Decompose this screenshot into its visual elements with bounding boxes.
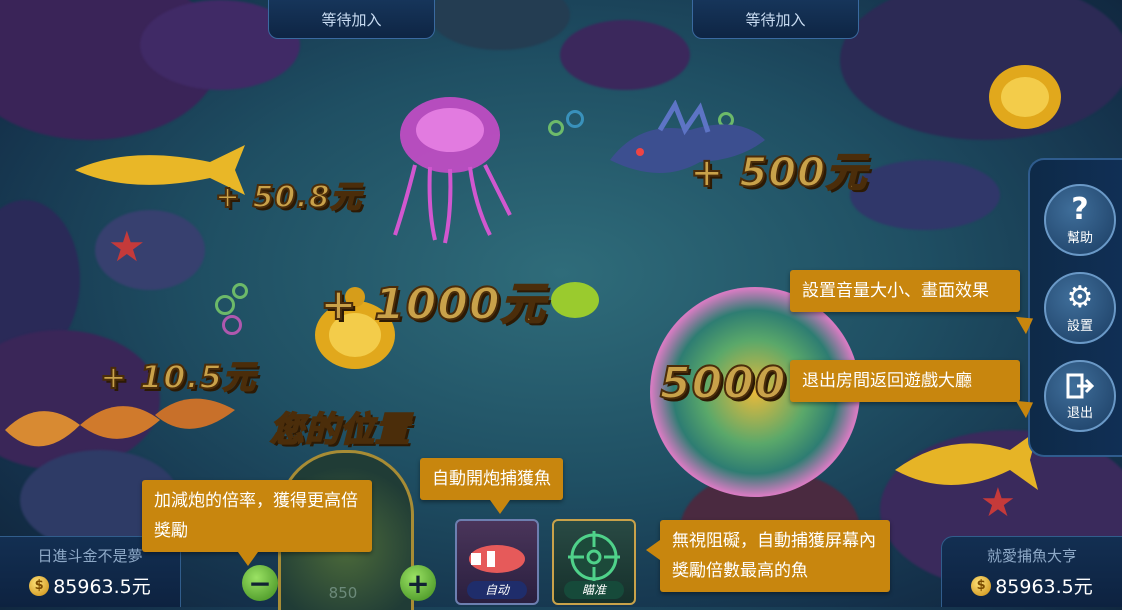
lock-target-button[interactable]: 瞄准 bbox=[552, 519, 636, 605]
cannon-rate-value: 850 bbox=[328, 584, 358, 602]
starfish: ★ bbox=[108, 222, 146, 271]
settings-label: 設置 bbox=[1066, 318, 1093, 334]
question-icon: ? bbox=[1071, 191, 1089, 227]
exit-label: 退出 bbox=[1066, 405, 1093, 421]
your-position-label: 您的位置 bbox=[269, 409, 410, 451]
reward-text: + 50.8元 bbox=[214, 179, 362, 216]
reward-text: 5000 bbox=[659, 357, 787, 410]
player-name: 就愛捕魚大亨 bbox=[986, 547, 1077, 565]
auto-fire-icon bbox=[469, 545, 525, 573]
reward-text: + 10.5元 bbox=[99, 357, 256, 397]
starfish: ★ bbox=[980, 480, 1016, 526]
bubble bbox=[548, 120, 564, 136]
auto-fire-tooltip: 自動開炮捕獲魚 bbox=[420, 458, 563, 514]
cannon-rate-tooltip: 加減炮的倍率，獲得更高倍獎勵 bbox=[142, 480, 372, 566]
bubble bbox=[215, 295, 235, 315]
exit-button[interactable]: 退出 bbox=[1044, 360, 1116, 432]
green-turtle bbox=[551, 282, 599, 318]
jellyfish bbox=[393, 97, 512, 244]
reward-text: + 1000元 bbox=[319, 278, 546, 331]
crosshair-icon bbox=[568, 531, 620, 583]
lock-target-label: 瞄准 bbox=[564, 581, 624, 599]
tooltip-text: 加減炮的倍率，獲得更高倍獎勵 bbox=[154, 491, 358, 541]
tooltip-text: 退出房間返回遊戲大廳 bbox=[802, 371, 972, 391]
exit-icon bbox=[1066, 373, 1095, 398]
waiting-label: 等待加入 bbox=[321, 10, 382, 29]
lock-target-tooltip: 無視阻礙，自動捕獲屏幕內獎勵倍數最高的魚 bbox=[646, 520, 890, 592]
lionfish bbox=[5, 398, 235, 447]
cannon-plus-button[interactable]: + bbox=[400, 565, 436, 601]
waiting-seat-left[interactable]: 等待加入 bbox=[268, 0, 435, 39]
tooltip-text: 無視阻礙，自動捕獲屏幕內獎勵倍數最高的魚 bbox=[672, 531, 876, 581]
exit-tooltip: 退出房間返回遊戲大廳 bbox=[790, 360, 1039, 419]
bubble bbox=[222, 315, 242, 335]
waiting-label: 等待加入 bbox=[745, 10, 806, 29]
coral-rock bbox=[850, 160, 1000, 230]
plus-icon: + bbox=[406, 566, 430, 600]
auto-fire-label: 自动 bbox=[467, 581, 527, 599]
coin-icon: $ bbox=[29, 575, 50, 596]
cannon-minus-button[interactable]: − bbox=[242, 565, 278, 601]
tooltip-tail bbox=[238, 552, 258, 566]
tooltip-tail bbox=[490, 500, 510, 514]
help-label: 幫助 bbox=[1066, 230, 1093, 246]
tooltip-text: 設置音量大小、畫面效果 bbox=[802, 281, 989, 301]
player-balance: 85963.5元 bbox=[53, 576, 151, 598]
player-bar-right: 就愛捕魚大亨 $ 85963.5元 bbox=[941, 536, 1122, 607]
balance-row: $ 85963.5元 bbox=[0, 572, 180, 599]
player-balance: 85963.5元 bbox=[995, 576, 1093, 598]
settings-button[interactable]: ⚙ 設置 bbox=[1044, 272, 1116, 344]
balance-row: $ 85963.5元 bbox=[942, 572, 1122, 599]
help-button[interactable]: ? 幫助 bbox=[1044, 184, 1116, 256]
settings-tooltip: 設置音量大小、畫面效果 bbox=[790, 270, 1039, 335]
tooltip-tail bbox=[646, 540, 660, 560]
coral-rock bbox=[560, 20, 690, 90]
tooltip-text: 自動開炮捕獲魚 bbox=[432, 469, 551, 489]
gear-icon: ⚙ bbox=[1066, 279, 1094, 315]
side-menu-panel: ? 幫助 ⚙ 設置 退出 bbox=[1028, 158, 1122, 457]
golden-fish bbox=[895, 430, 1038, 490]
waiting-seat-right[interactable]: 等待加入 bbox=[692, 0, 859, 39]
coin-icon: $ bbox=[971, 575, 992, 596]
golden-turtle bbox=[989, 65, 1061, 129]
auto-fire-button[interactable]: 自动 bbox=[455, 519, 539, 605]
coral-rock bbox=[430, 0, 570, 50]
minus-icon: − bbox=[248, 566, 272, 600]
reward-text: + 500元 bbox=[689, 149, 867, 197]
bubble bbox=[566, 110, 584, 128]
bubble bbox=[232, 283, 248, 299]
